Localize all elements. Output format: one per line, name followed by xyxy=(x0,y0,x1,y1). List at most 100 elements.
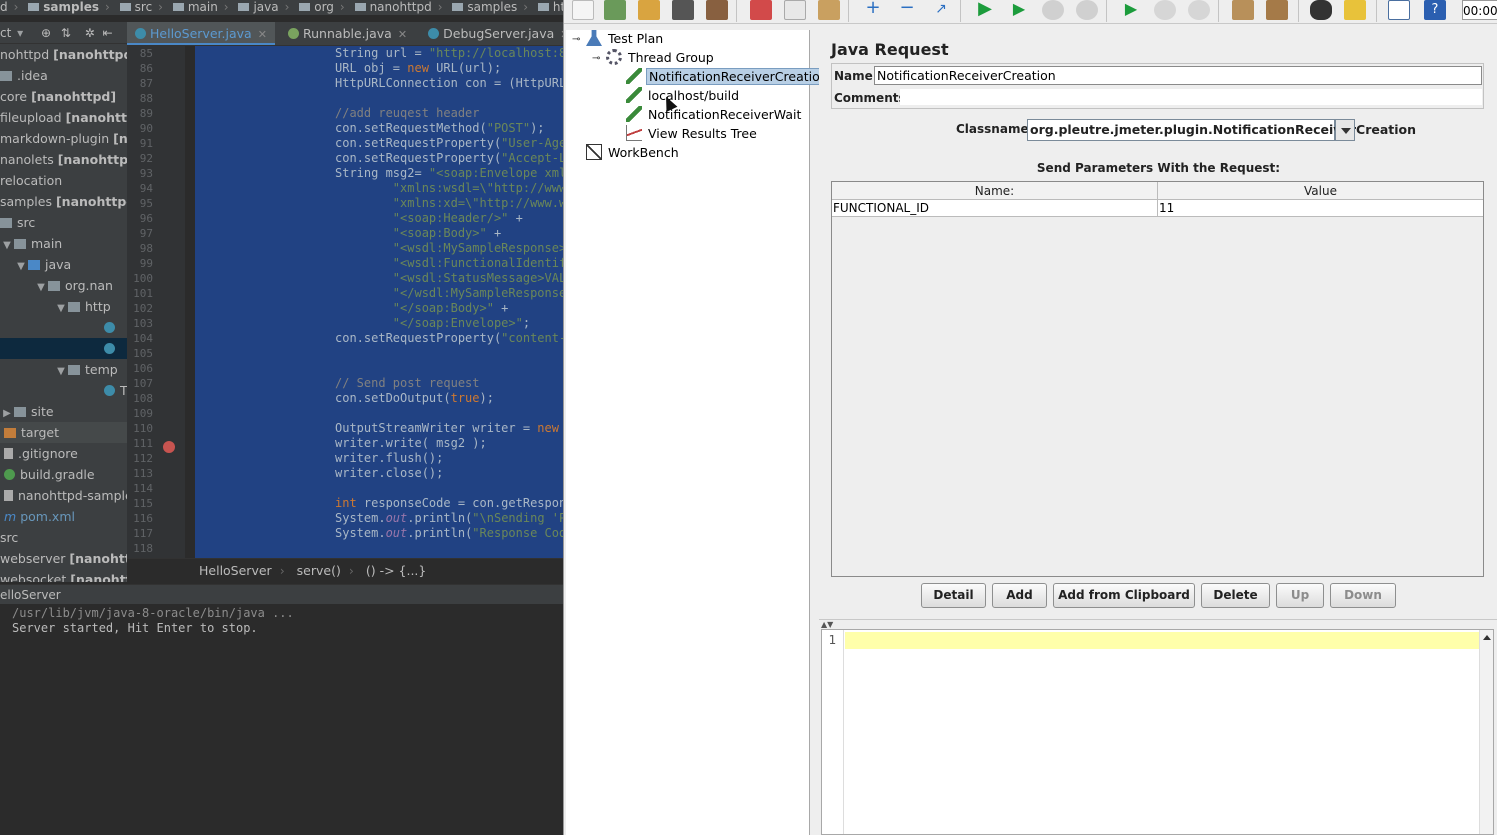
tab-helloserver[interactable]: HelloServer.java ✕ xyxy=(127,22,275,45)
hide-icon[interactable]: ⇤ xyxy=(103,26,113,40)
tree-item[interactable]: ▼ http xyxy=(0,296,127,317)
project-view-label[interactable]: ct xyxy=(0,26,11,40)
tree-item[interactable] xyxy=(0,338,127,359)
tree-item[interactable]: webserver [nanohttpd xyxy=(0,548,127,569)
collapse-toggle-icon[interactable]: ⊸ xyxy=(592,53,600,64)
expand-arrow-icon[interactable]: ▼ xyxy=(54,298,68,319)
tree-node-thread-group[interactable]: Thread Group xyxy=(606,49,716,67)
column-header-value[interactable]: Value xyxy=(1158,182,1483,200)
close-icon[interactable]: ✕ xyxy=(258,28,267,41)
expand-arrow-icon[interactable]: ▼ xyxy=(0,235,14,256)
tab-runnable[interactable]: Runnable.java ✕ xyxy=(280,22,415,45)
save-as-icon[interactable] xyxy=(706,0,728,20)
tree-node-workbench[interactable]: WorkBench xyxy=(586,144,681,162)
tree-item[interactable]: websocket [nanohttp xyxy=(0,569,127,582)
start-icon[interactable]: ▶ xyxy=(974,0,996,20)
breadcrumb-seg[interactable]: main xyxy=(188,0,218,14)
param-name-cell[interactable]: FUNCTIONAL_ID xyxy=(832,200,1158,217)
open-icon[interactable] xyxy=(638,0,660,20)
name-field[interactable]: NotificationReceiverCreation xyxy=(874,66,1482,85)
tree-item[interactable]: nohttpd [nanohttpd-pr xyxy=(0,44,127,65)
tree-item[interactable]: nanohttpd-samples xyxy=(0,485,127,506)
stop-icon[interactable] xyxy=(1042,0,1064,20)
clear-icon[interactable] xyxy=(1232,0,1254,20)
parameters-table[interactable]: Name: Value FUNCTIONAL_ID 11 xyxy=(831,181,1484,577)
chevron-down-icon[interactable] xyxy=(1335,119,1355,141)
tree-node-localhost-build[interactable]: localhost/build xyxy=(626,87,741,105)
tree-item[interactable]: nanolets [nanohttpd- xyxy=(0,149,127,170)
tab-debugserver[interactable]: DebugServer.java✕ xyxy=(420,22,563,45)
paste-icon[interactable] xyxy=(818,0,840,20)
expand-arrow-icon[interactable]: ▼ xyxy=(14,256,28,277)
tree-node-test-plan[interactable]: Test Plan xyxy=(586,30,665,48)
search-icon[interactable] xyxy=(1310,0,1332,20)
tree-node-notification-creation[interactable]: NotificationReceiverCreation xyxy=(626,68,831,86)
tree-item[interactable]: markdown-plugin [nar xyxy=(0,128,127,149)
crumb-lambda[interactable]: () -> {...} xyxy=(366,563,427,578)
tree-node-notification-wait[interactable]: NotificationReceiverWait xyxy=(626,106,803,124)
breadcrumb-seg[interactable]: d xyxy=(0,0,8,14)
settings-gear-icon[interactable]: ✲ xyxy=(85,26,95,40)
shutdown-icon[interactable] xyxy=(1076,0,1098,20)
tree-item[interactable]: samples [nanohttpd- xyxy=(0,191,127,212)
collapse-icon[interactable]: ⇅ xyxy=(61,26,71,40)
tree-node-view-results-tree[interactable]: View Results Tree xyxy=(626,125,759,143)
tree-item[interactable]: ▼ org.nan xyxy=(0,275,127,296)
breakpoint-icon[interactable] xyxy=(163,441,175,453)
param-value-cell[interactable]: 11 xyxy=(1158,200,1483,217)
add-from-clipboard-button[interactable]: Add from Clipboard xyxy=(1053,583,1195,608)
tree-item[interactable]: fileupload [nanohttpd xyxy=(0,107,127,128)
run-console[interactable]: /usr/lib/jvm/java-8-oracle/bin/java ... … xyxy=(0,604,563,835)
breadcrumb-seg[interactable]: nanohttpd xyxy=(370,0,432,14)
sync-icon[interactable]: ⊕ xyxy=(41,26,51,40)
collapse-toggle-icon[interactable]: ⊸ xyxy=(572,34,580,45)
classname-select[interactable]: org.pleutre.jmeter.plugin.NotificationRe… xyxy=(1027,119,1416,141)
cut-icon[interactable] xyxy=(750,0,772,20)
up-button[interactable]: Up xyxy=(1276,583,1324,608)
tree-item[interactable]: T xyxy=(0,380,127,401)
code-editor[interactable]: String url = "http://localhost:8080/buil… xyxy=(195,46,563,558)
breadcrumb-seg[interactable]: http xyxy=(553,0,563,14)
breadcrumb-seg[interactable]: org xyxy=(314,0,334,14)
comments-field[interactable] xyxy=(900,89,1482,105)
tree-item[interactable]: ▼ java xyxy=(0,254,127,275)
toggle-icon[interactable]: ↗ xyxy=(930,0,952,20)
close-icon[interactable]: ✕ xyxy=(398,28,407,41)
tree-item[interactable]: ▶ site xyxy=(0,401,127,422)
collapse-arrow-icon[interactable]: ▶ xyxy=(0,403,14,424)
tree-item[interactable]: relocation xyxy=(0,170,127,191)
down-button[interactable]: Down xyxy=(1330,583,1396,608)
reset-search-icon[interactable] xyxy=(1344,0,1366,20)
script-editor[interactable]: 1 xyxy=(821,629,1494,835)
templates-icon[interactable] xyxy=(604,0,626,20)
collapse-icon[interactable]: − xyxy=(896,0,918,20)
expand-arrow-icon[interactable]: ▼ xyxy=(34,277,48,298)
column-header-name[interactable]: Name: xyxy=(832,182,1158,200)
tree-item[interactable]: ▼ temp xyxy=(0,359,127,380)
dropdown-icon[interactable]: ▾ xyxy=(17,26,23,40)
tree-item[interactable]: .gitignore xyxy=(0,443,127,464)
crumb-class[interactable]: HelloServer xyxy=(199,563,272,578)
split-divider[interactable]: ▲▼ xyxy=(819,619,1497,629)
breadcrumb-seg[interactable]: samples xyxy=(467,0,517,14)
breadcrumb-seg[interactable]: java xyxy=(253,0,278,14)
tree-item[interactable]: target xyxy=(0,422,127,443)
copy-icon[interactable] xyxy=(784,0,806,20)
tree-item[interactable]: src xyxy=(0,527,127,548)
new-icon[interactable] xyxy=(572,0,594,20)
detail-button[interactable]: Detail xyxy=(921,583,986,608)
delete-button[interactable]: Delete xyxy=(1201,583,1270,608)
add-button[interactable]: Add xyxy=(992,583,1047,608)
remote-start-icon[interactable]: ▶ xyxy=(1120,0,1142,20)
breadcrumb-seg[interactable]: src xyxy=(135,0,153,14)
expand-arrow-icon[interactable]: ▼ xyxy=(54,361,68,382)
vertical-scrollbar[interactable] xyxy=(1479,630,1493,834)
save-icon[interactable] xyxy=(672,0,694,20)
crumb-method[interactable]: serve() xyxy=(297,563,341,578)
tree-item[interactable]: ▼ main xyxy=(0,233,127,254)
remote-stop-icon[interactable] xyxy=(1154,0,1176,20)
breadcrumb-seg[interactable]: samples xyxy=(43,0,99,14)
expand-icon[interactable]: + xyxy=(862,0,884,20)
function-helper-icon[interactable] xyxy=(1388,0,1410,20)
tree-item[interactable] xyxy=(0,317,127,338)
